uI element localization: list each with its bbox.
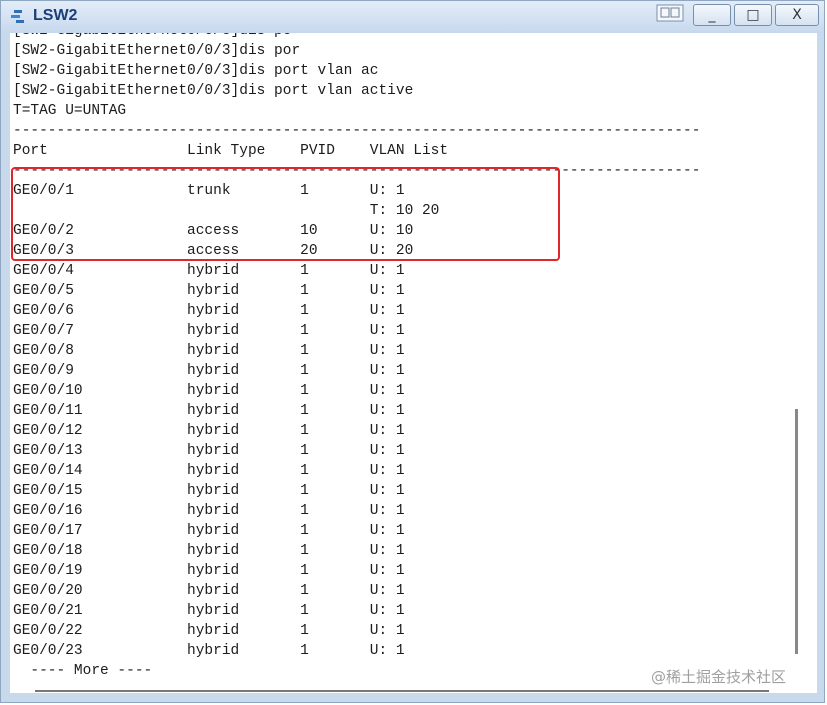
table-row: GE0/0/10 hybrid 1 U: 1 [13,383,405,399]
table-row: GE0/0/22 hybrid 1 U: 1 [13,623,405,639]
command-line: [SW2-GigabitEthernet0/0/3]dis por [13,43,301,59]
table-row: GE0/0/17 hybrid 1 U: 1 [13,523,405,539]
command-line: [SW2-GigabitEthernet0/0/3]dis port vlan … [13,63,379,79]
switch-icon [11,10,24,23]
table-row: GE0/0/13 hybrid 1 U: 1 [13,443,405,459]
table-row: GE0/0/1 trunk 1 U: 1 [13,183,405,199]
table-row: GE0/0/12 hybrid 1 U: 1 [13,423,405,439]
table-row: GE0/0/19 hybrid 1 U: 1 [13,563,405,579]
table-row: GE0/0/6 hybrid 1 U: 1 [13,303,405,319]
table-row: GE0/0/7 hybrid 1 U: 1 [13,323,405,339]
table-row: GE0/0/16 hybrid 1 U: 1 [13,503,405,519]
table-row: GE0/0/23 hybrid 1 U: 1 [13,643,405,659]
table-row: GE0/0/8 hybrid 1 U: 1 [13,343,405,359]
command-line: [SW2-GigabitEthernet0/0/3]dis port vlan … [13,83,414,99]
separator-line: ----------------------------------------… [13,163,701,179]
table-row: GE0/0/2 access 10 U: 10 [13,223,414,239]
restore-layout-icon[interactable] [656,4,684,22]
terminal-window: LSW2 _ □ X [SW2-GigabitEthernet0/0/3]dis… [0,0,825,703]
close-button[interactable]: X [775,4,819,26]
vertical-scrollbar-thumb[interactable] [795,409,798,654]
watermark: @稀土掘金技术社区 [651,668,787,686]
more-prompt: ---- More ---- [13,663,153,679]
maximize-button[interactable]: □ [734,4,772,26]
legend-line: T=TAG U=UNTAG [13,103,127,119]
terminal-output: [SW2-GigabitEthernet0/0/3]dis pc [SW2-Gi… [13,33,700,681]
window-title: LSW2 [33,7,78,24]
table-row: GE0/0/4 hybrid 1 U: 1 [13,263,405,279]
horizontal-scrollbar[interactable] [35,690,769,692]
table-row: GE0/0/9 hybrid 1 U: 1 [13,363,405,379]
terminal-area[interactable]: [SW2-GigabitEthernet0/0/3]dis pc [SW2-Gi… [10,33,797,693]
table-row: GE0/0/15 hybrid 1 U: 1 [13,483,405,499]
terminal-line: [SW2-GigabitEthernet0/0/3]dis pc [13,33,291,39]
minimize-button[interactable]: _ [693,4,731,26]
table-row: GE0/0/3 access 20 U: 20 [13,243,414,259]
table-row: GE0/0/5 hybrid 1 U: 1 [13,283,405,299]
table-row: GE0/0/11 hybrid 1 U: 1 [13,403,405,419]
table-header: Port Link Type PVID VLAN List [13,143,449,159]
table-row: GE0/0/14 hybrid 1 U: 1 [13,463,405,479]
title-bar[interactable]: LSW2 _ □ X [1,1,824,33]
vertical-scrollbar[interactable] [797,33,817,693]
table-row: GE0/0/18 hybrid 1 U: 1 [13,543,405,559]
table-row: GE0/0/21 hybrid 1 U: 1 [13,603,405,619]
table-row-continuation: T: 10 20 [13,203,440,219]
separator-line: ----------------------------------------… [13,123,701,139]
table-row: GE0/0/20 hybrid 1 U: 1 [13,583,405,599]
